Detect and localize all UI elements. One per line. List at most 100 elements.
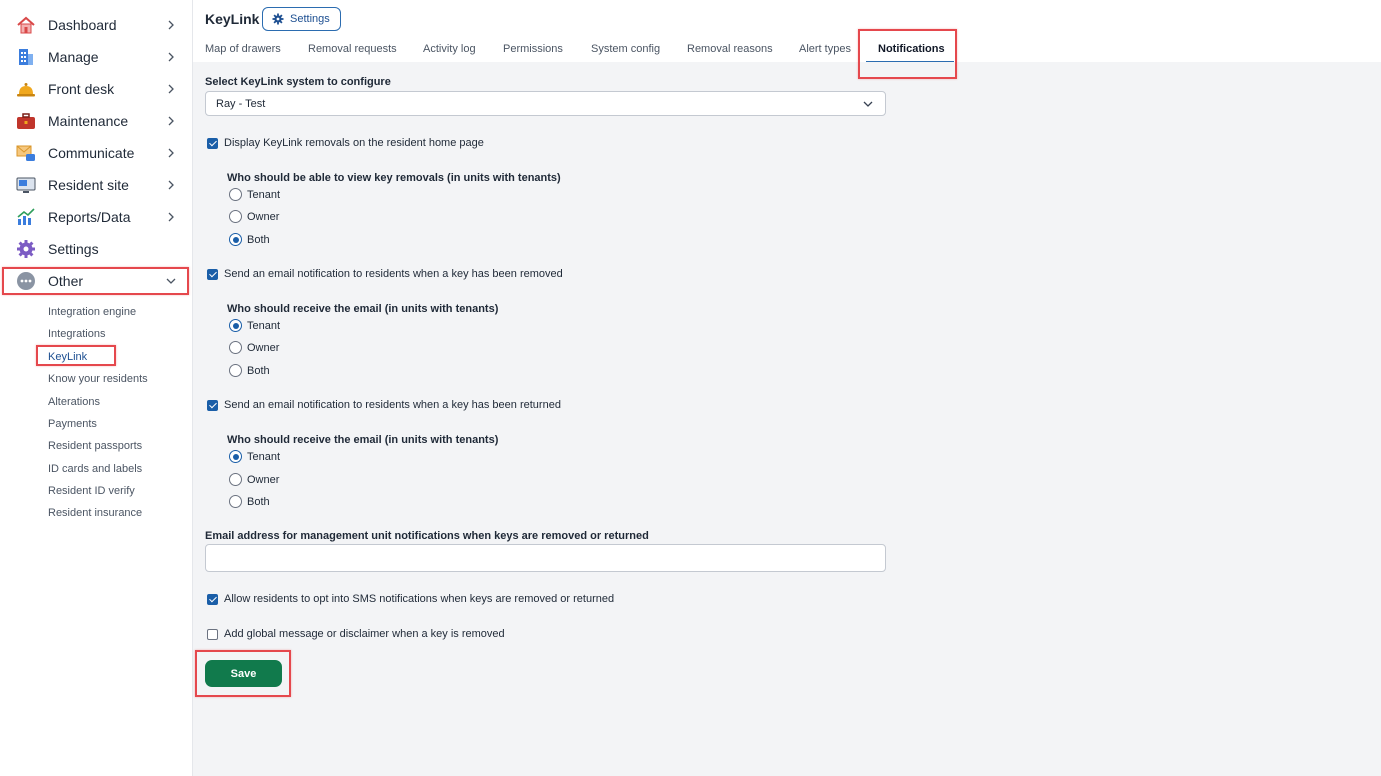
bell-icon [17,83,35,97]
tab-permissions[interactable]: Permissions [503,43,563,55]
radio-circle[interactable] [229,188,242,201]
checkbox-label: Send an email notification to residents … [224,399,561,411]
system-select[interactable]: Ray - Test [205,91,886,116]
sidebar-item-label: Settings [48,241,99,257]
sidebar-item-label: Dashboard [48,17,117,33]
tab-removal-requests[interactable]: Removal requests [308,43,397,55]
system-select-value: Ray - Test [216,98,266,110]
sidebar-item-label: Reports/Data [48,209,131,225]
envelope-chat-icon [16,145,35,161]
receive-removed-owner-radio[interactable]: Owner [229,341,279,354]
receive-returned-both-radio[interactable]: Both [229,495,270,508]
receive-removed-tenant-radio[interactable]: Tenant [229,319,280,332]
sidebar-item-communicate[interactable]: Communicate [0,137,192,169]
mgmt-email-input[interactable] [205,544,886,572]
sidebar-subitem-integrations[interactable]: Integrations [48,328,105,340]
sidebar-subitem-integration-engine[interactable]: Integration engine [48,306,136,318]
tab-activity-log[interactable]: Activity log [423,43,476,55]
checkbox-label: Allow residents to opt into SMS notifica… [224,593,615,605]
sidebar-item-settings[interactable]: Settings [0,233,192,265]
radio-circle[interactable] [229,364,242,377]
sidebar-item-label: Other [48,273,84,289]
view-removals-owner-radio[interactable]: Owner [229,210,279,223]
radio-circle[interactable] [229,495,242,508]
view-removals-both-radio[interactable]: Both [229,233,270,246]
sidebar-subitem-keylink[interactable]: KeyLink [48,351,87,363]
chevron-down-icon [166,278,176,284]
receive-returned-tenant-radio[interactable]: Tenant [229,450,280,463]
tab-system-config[interactable]: System config [591,43,660,55]
sidebar-subitem-id-cards[interactable]: ID cards and labels [48,463,142,475]
sidebar-item-label: Front desk [48,81,115,97]
sidebar-item-manage[interactable]: Manage [0,41,192,73]
email-removed-checkbox[interactable]: Send an email notification to residents … [207,268,563,280]
radio-circle[interactable] [229,210,242,223]
sidebar-subitem-resident-id-verify[interactable]: Resident ID verify [48,485,135,497]
checkbox-box[interactable] [207,628,218,640]
checkbox-box[interactable] [207,137,218,149]
system-select-label: Select KeyLink system to configure [205,76,391,88]
sidebar-subitem-payments[interactable]: Payments [48,418,97,430]
page-header: KeyLink Settings Map of drawers Removal … [193,0,1381,62]
checkbox-label: Add global message or disclaimer when a … [224,628,505,640]
chevron-right-icon [168,84,174,94]
mgmt-email-label: Email address for management unit notifi… [205,530,649,542]
email-returned-checkbox[interactable]: Send an email notification to residents … [207,399,561,411]
notifications-form: Select KeyLink system to configure Ray -… [193,62,1381,776]
radio-label: Owner [247,210,280,223]
radio-circle[interactable] [229,473,242,486]
gear-icon [17,240,35,258]
radio-circle[interactable] [229,341,242,354]
radio-label: Tenant [247,450,281,463]
chevron-right-icon [168,116,174,126]
checkbox-label: Send an email notification to residents … [224,268,563,280]
building-icon [19,49,33,65]
sidebar-item-front-desk[interactable]: Front desk [0,73,192,105]
save-button[interactable]: Save [205,660,282,687]
tab-alert-types[interactable]: Alert types [799,43,851,55]
chevron-right-icon [168,212,174,222]
view-removals-tenant-radio[interactable]: Tenant [229,188,280,201]
checkbox-box[interactable] [207,268,218,280]
sidebar-item-label: Communicate [48,145,135,161]
radio-label: Both [247,233,270,246]
radio-circle[interactable] [229,319,242,332]
display-removals-checkbox[interactable]: Display KeyLink removals on the resident… [207,137,484,149]
radio-circle[interactable] [229,233,242,246]
tab-map-of-drawers[interactable]: Map of drawers [205,43,281,55]
chevron-right-icon [168,20,174,30]
receive-returned-owner-radio[interactable]: Owner [229,473,279,486]
page-title: KeyLink [205,11,260,27]
sidebar-item-label: Resident site [48,177,129,193]
tab-notifications[interactable]: Notifications [878,43,945,55]
settings-button[interactable]: Settings [262,7,341,31]
global-message-checkbox[interactable]: Add global message or disclaimer when a … [207,628,505,640]
sidebar-subitem-know-your-residents[interactable]: Know your residents [48,373,148,385]
sidebar-item-dashboard[interactable]: Dashboard [0,9,192,41]
radio-label: Owner [247,473,280,486]
sidebar-subitem-resident-passports[interactable]: Resident passports [48,440,142,452]
receive-removed-label: Who should receive the email (in units w… [227,303,499,315]
sms-optin-checkbox[interactable]: Allow residents to opt into SMS notifica… [207,593,614,605]
sidebar-item-maintenance[interactable]: Maintenance [0,105,192,137]
radio-circle[interactable] [229,450,242,463]
sidebar-item-other[interactable]: Other [0,265,192,297]
view-removals-label: Who should be able to view key removals … [227,172,561,184]
sidebar-subitem-resident-insurance[interactable]: Resident insurance [48,507,142,519]
toolbox-icon [17,113,35,129]
checkbox-box[interactable] [207,399,218,411]
tab-removal-reasons[interactable]: Removal reasons [687,43,773,55]
sidebar-subitem-alterations[interactable]: Alterations [48,396,100,408]
sidebar-item-resident-site[interactable]: Resident site [0,169,192,201]
radio-label: Both [247,495,270,508]
radio-label: Both [247,364,270,377]
chevron-right-icon [168,180,174,190]
receive-removed-both-radio[interactable]: Both [229,364,270,377]
more-dots-icon [17,272,35,290]
chart-icon [17,208,35,225]
sidebar-item-reports[interactable]: Reports/Data [0,201,192,233]
checkbox-box[interactable] [207,593,218,605]
sidebar-item-label: Manage [48,49,99,65]
radio-label: Tenant [247,188,281,201]
chevron-right-icon [168,148,174,158]
